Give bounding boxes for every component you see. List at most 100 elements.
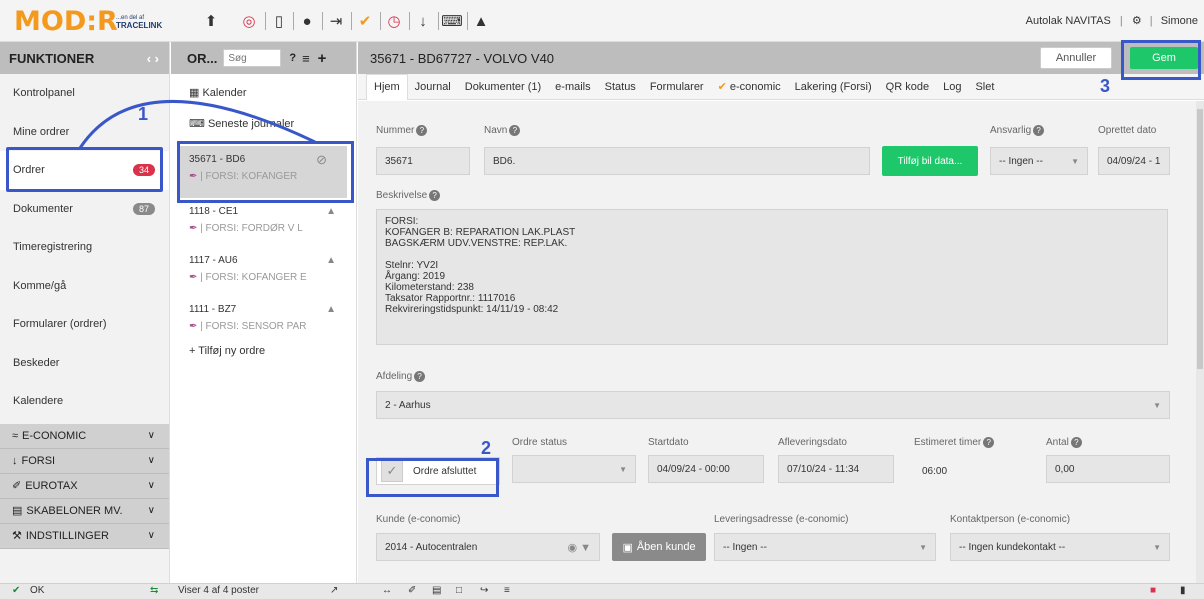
tab-hjem[interactable]: Hjem — [366, 73, 408, 100]
open-customer-button[interactable]: ▣ Åben kunde — [612, 533, 706, 561]
share-icon[interactable]: ↗ — [330, 585, 338, 596]
keyboard-icon[interactable]: ⌨ — [441, 10, 463, 32]
warning-icon[interactable]: ▲ — [470, 10, 492, 32]
phone-icon[interactable]: ▯ — [268, 10, 290, 32]
tab-lakering[interactable]: Lakering (Forsi) — [788, 81, 879, 93]
levering-select[interactable]: -- Ingen -- ▼ — [714, 533, 936, 561]
company-name[interactable]: Autolak NAVITAS — [1026, 15, 1111, 27]
layers-icon[interactable]: ≡ — [302, 51, 310, 66]
expand-icon[interactable]: ↔ — [382, 585, 392, 596]
tab-dokumenter[interactable]: Dokumenter (1) — [458, 81, 548, 93]
ordre-status-label: Ordre status — [512, 437, 568, 448]
chevron-down-icon: ∨ — [147, 430, 155, 441]
link-icon[interactable]: ✐ — [408, 585, 416, 596]
add-order-link[interactable]: + Tilføj ny ordre — [171, 345, 356, 357]
user-name[interactable]: Simone — [1161, 15, 1198, 27]
documents-count-badge: 87 — [132, 202, 155, 215]
help-icon: ? — [429, 190, 441, 201]
tab-slet[interactable]: Slet — [968, 81, 1001, 93]
antal-field[interactable]: 0,00 — [1046, 455, 1170, 483]
startdato-field[interactable]: 04/09/24 - 00:00 — [648, 455, 764, 483]
chevron-down-icon: ▼ — [1153, 400, 1161, 410]
collapse-icon[interactable]: ⇆ — [150, 585, 158, 596]
afdeling-label: Afdeling? — [376, 371, 426, 382]
annotation-arc-path — [78, 99, 316, 149]
main-scrollbar[interactable] — [1196, 101, 1204, 583]
kontakt-select[interactable]: -- Ingen kundekontakt -- ▼ — [950, 533, 1170, 561]
chevron-down-icon: ▼ — [1153, 542, 1161, 552]
tab-emails[interactable]: e-mails — [548, 81, 597, 93]
add-car-data-button[interactable]: Tilføj bil data... — [882, 146, 978, 176]
nummer-field[interactable]: 35671 — [376, 147, 470, 175]
chevron-down-icon: ∨ — [147, 455, 155, 466]
sidebar-category-forsi[interactable]: ↓ FORSI ∨ — [0, 448, 169, 474]
eye-icon[interactable]: ◉ ▼ — [567, 541, 591, 554]
tab-formularer[interactable]: Formularer — [643, 81, 711, 93]
toolbar-separator — [322, 12, 323, 30]
help-icon: ? — [1070, 437, 1082, 448]
navn-label: Navn? — [484, 125, 521, 136]
chat-icon[interactable]: ● — [296, 10, 318, 32]
chat-bubble-icon[interactable]: ▮ — [1180, 585, 1186, 596]
open-customer-label: Åben kunde — [636, 541, 696, 553]
sidebar-item-komme-gaa[interactable]: Komme/gå — [0, 267, 169, 306]
beskrivelse-textarea[interactable]: FORSI: KOFANGER B: REPARATION LAK.PLAST … — [376, 209, 1168, 345]
forsi-icon: ↓ — [12, 454, 18, 467]
sidebar-category-eurotax[interactable]: ✐ EUROTAX ∨ — [0, 473, 169, 499]
order-list-item[interactable]: 1117 - AU6 ✒ | FORSI: KOFANGER E ▲ — [171, 247, 356, 296]
oprettet-field[interactable]: 04/09/24 - 1 — [1098, 147, 1170, 175]
sidebar-item-label: Komme/gå — [13, 279, 67, 292]
timer-icon[interactable]: ◷ — [383, 10, 405, 32]
sidebar-item-beskeder[interactable]: Beskeder — [0, 344, 169, 383]
sidebar-item-timeregistrering[interactable]: Timeregistrering — [0, 228, 169, 267]
forsi-icon[interactable]: ↓ — [412, 10, 434, 32]
scrollbar-thumb[interactable] — [1197, 109, 1203, 369]
navn-field[interactable]: BD6. — [484, 147, 870, 175]
sidebar-nav-arrows[interactable]: ‹ › — [147, 51, 159, 66]
gear-icon[interactable]: ⚙ — [1132, 15, 1142, 27]
order-list-item[interactable]: 1111 - BZ7 ✒ | FORSI: SENSOR PAR ▲ — [171, 296, 356, 345]
afdeling-select[interactable]: 2 - Aarhus ▼ — [376, 391, 1170, 419]
lifebuoy-icon[interactable]: ◎ — [238, 10, 260, 32]
add-order-icon[interactable]: + — [318, 50, 327, 67]
forward-icon[interactable]: ↪ — [480, 585, 488, 596]
kunde-select[interactable]: 2014 - Autocentralen ◉ ▼ — [376, 533, 600, 561]
sidebar-item-kalendere[interactable]: Kalendere — [0, 382, 169, 421]
sidebar-item-formularer[interactable]: Formularer (ordrer) — [0, 305, 169, 344]
order-search-input[interactable] — [223, 49, 282, 67]
category-label: SKABELONER MV. — [26, 504, 123, 517]
tab-economic[interactable]: ✔ e-conomic — [711, 80, 788, 93]
print-icon[interactable]: ▤ — [432, 585, 441, 596]
aflevering-field[interactable]: 07/10/24 - 11:34 — [778, 455, 894, 483]
tab-journal[interactable]: Journal — [408, 81, 458, 93]
help-icon[interactable]: ? — [289, 52, 296, 64]
cancel-button[interactable]: Annuller — [1040, 47, 1112, 69]
sidebar-category-indstillinger[interactable]: ⚒ INDSTILLINGER ∨ — [0, 523, 169, 549]
nummer-label: Nummer? — [376, 125, 428, 136]
user-separator: | — [1119, 15, 1123, 27]
sidebar-category-skabeloner[interactable]: ▤ SKABELONER MV. ∨ — [0, 498, 169, 524]
kontakt-value: -- Ingen kundekontakt -- — [959, 541, 1066, 553]
tab-status[interactable]: Status — [598, 81, 643, 93]
sidebar-item-dokumenter[interactable]: Dokumenter 87 — [0, 190, 169, 229]
chevron-down-icon: ∨ — [147, 530, 155, 541]
tab-qr-kode[interactable]: QR kode — [879, 81, 936, 93]
ordre-status-select[interactable]: ▼ — [512, 455, 636, 483]
logout-icon[interactable]: ⇥ — [325, 10, 347, 32]
help-icon: ? — [509, 125, 521, 136]
menu-icon[interactable]: ≡ — [504, 585, 510, 596]
sidebar-item-label: Timeregistrering — [13, 241, 93, 254]
tab-log[interactable]: Log — [936, 81, 968, 93]
tab-bar: Hjem Journal Dokumenter (1) e-mails Stat… — [358, 73, 1204, 100]
order-list-item[interactable]: 1118 - CE1 ✒ | FORSI: FORDØR V L ▲ — [171, 198, 356, 247]
annotation-number-2: 2 — [481, 438, 492, 458]
economic-icon[interactable]: ✔ — [354, 10, 376, 32]
upload-icon[interactable]: ⬆ — [200, 10, 222, 32]
order-count: Viser 4 af 4 poster — [178, 585, 259, 596]
order-sub-text: | FORSI: FORDØR V L — [200, 223, 303, 234]
chevron-down-icon: ▼ — [919, 542, 927, 552]
estimeret-value[interactable]: 06:00 — [922, 466, 947, 477]
ansvarlig-select[interactable]: -- Ingen -- ▼ — [990, 147, 1088, 175]
document-icon[interactable]: □ — [456, 585, 462, 596]
sidebar-category-economic[interactable]: ≈ E-CONOMIC ∨ — [0, 423, 169, 449]
